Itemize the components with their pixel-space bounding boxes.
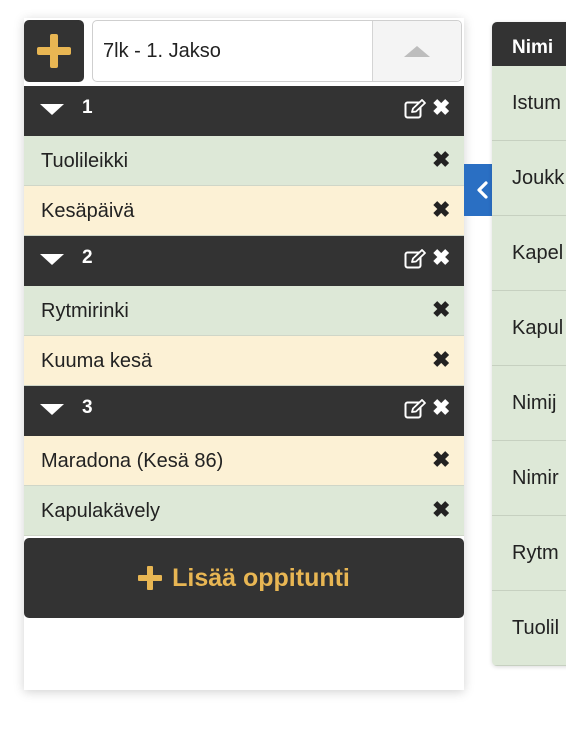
- caret-up-icon: [404, 45, 430, 57]
- period-select-value: 7lk - 1. Jakso: [103, 40, 221, 62]
- delete-group-icon[interactable]: ✖: [432, 395, 450, 421]
- table-row[interactable]: Rytm: [492, 516, 566, 591]
- remove-lesson-icon[interactable]: ✖: [432, 197, 450, 223]
- remove-lesson-icon[interactable]: ✖: [432, 497, 450, 523]
- lesson-name: Maradona (Kesä 86): [41, 450, 224, 472]
- table-row[interactable]: Tuolil: [492, 591, 566, 666]
- delete-group-icon[interactable]: ✖: [432, 245, 450, 271]
- collapse-triangle-icon[interactable]: [40, 254, 64, 265]
- table-row[interactable]: Joukk: [492, 141, 566, 216]
- delete-group-icon[interactable]: ✖: [432, 95, 450, 121]
- lesson-item[interactable]: Tuolileikki ✖: [24, 136, 464, 186]
- remove-lesson-icon[interactable]: ✖: [432, 447, 450, 473]
- lesson-name: Kesäpäivä: [41, 200, 135, 222]
- plus-icon: [138, 566, 163, 590]
- table-row[interactable]: Nimir: [492, 441, 566, 516]
- table-row[interactable]: Nimij: [492, 366, 566, 441]
- remove-lesson-icon[interactable]: ✖: [432, 297, 450, 323]
- lesson-item[interactable]: Kuuma kesä ✖: [24, 336, 464, 386]
- lesson-name: Kuuma kesä: [41, 350, 153, 372]
- lesson-item[interactable]: Maradona (Kesä 86) ✖: [24, 436, 464, 486]
- period-select-toggle[interactable]: [372, 21, 461, 81]
- edit-icon[interactable]: [404, 99, 426, 119]
- remove-lesson-icon[interactable]: ✖: [432, 147, 450, 173]
- plus-icon: [37, 34, 71, 68]
- group-number: 2: [82, 247, 93, 268]
- table-row[interactable]: Istum: [492, 66, 566, 141]
- lesson-item[interactable]: Rytmirinki ✖: [24, 286, 464, 336]
- lesson-name: Tuolileikki: [41, 150, 129, 172]
- column-header-name[interactable]: Nimi: [492, 22, 566, 66]
- lesson-plan-panel: 7lk - 1. Jakso 1 ✖ Tuolileikki ✖ Kesäpäi…: [24, 18, 464, 690]
- edit-icon[interactable]: [404, 249, 426, 269]
- group-list: 1 ✖ Tuolileikki ✖ Kesäpäivä ✖ 2 ✖ Rytmir…: [24, 86, 464, 536]
- group-header-1[interactable]: 1 ✖: [24, 86, 464, 136]
- remove-lesson-icon[interactable]: ✖: [432, 347, 450, 373]
- group-header-2[interactable]: 2 ✖: [24, 236, 464, 286]
- exercise-table: Nimi Istum Joukk Kapel Kapul Nimij Nimir…: [492, 22, 566, 666]
- add-lesson-label: Lisää oppitunti: [172, 563, 350, 592]
- period-select[interactable]: 7lk - 1. Jakso: [92, 20, 462, 82]
- table-row[interactable]: Kapel: [492, 216, 566, 291]
- panel-toolbar: 7lk - 1. Jakso: [24, 18, 464, 84]
- lesson-name: Kapulakävely: [41, 500, 160, 522]
- group-number: 3: [82, 397, 93, 418]
- add-lesson-button[interactable]: Lisää oppitunti: [24, 538, 464, 618]
- collapse-triangle-icon[interactable]: [40, 404, 64, 415]
- edit-icon[interactable]: [404, 399, 426, 419]
- lesson-name: Rytmirinki: [41, 300, 129, 322]
- group-header-3[interactable]: 3 ✖: [24, 386, 464, 436]
- group-number: 1: [82, 97, 93, 118]
- chevron-left-icon: [477, 181, 488, 199]
- collapse-triangle-icon[interactable]: [40, 104, 64, 115]
- table-row[interactable]: Kapul: [492, 291, 566, 366]
- add-group-button[interactable]: [24, 20, 84, 82]
- lesson-item[interactable]: Kapulakävely ✖: [24, 486, 464, 536]
- lesson-item[interactable]: Kesäpäivä ✖: [24, 186, 464, 236]
